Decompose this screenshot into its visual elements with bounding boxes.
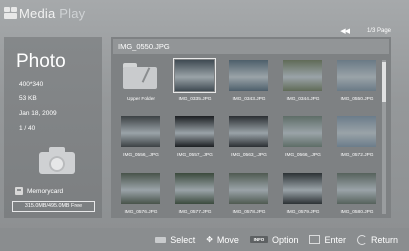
file-date: Jan 18, 2009 [19, 110, 57, 117]
enter-label: Enter [324, 234, 346, 245]
media-play-logo: Media Play [4, 3, 85, 23]
thumbnail-caption: IMG_0344.JPG [286, 97, 320, 102]
thumbnail-image [337, 173, 376, 204]
camera-icon [39, 146, 75, 174]
media-play-icon [4, 6, 18, 20]
thumbnail-image [283, 116, 322, 147]
info-panel: Photo 400*340 53 KB Jan 18, 2009 1 / 40 … [4, 37, 102, 218]
thumbnail-image [337, 116, 376, 147]
memorycard-icon [15, 187, 23, 195]
photo-thumbnail[interactable]: IMG_0550.JPG [332, 57, 382, 104]
photo-thumbnail[interactable]: IMG_0572.JPG [332, 113, 382, 160]
file-index: 1 / 40 [19, 125, 36, 132]
thumbnail-caption: IMG_0579.JPG [286, 210, 320, 215]
thumbnail-image [173, 58, 216, 93]
enter-button-icon [309, 235, 321, 244]
option-guide[interactable]: INFO Option [249, 234, 299, 245]
free-space: 315.0MB/495.0MB Free [12, 201, 95, 212]
thumbnail-caption: Upper Folder [127, 97, 155, 102]
photo-thumbnail[interactable]: IMG_0344.JPG [278, 57, 328, 104]
photo-thumbnail[interactable]: IMG_0557_.JPG [170, 113, 220, 160]
current-filename: IMG_0550.JPG [113, 39, 389, 54]
return-icon [356, 234, 367, 245]
page-indicator: ◀◀ 1/3 Page [340, 27, 391, 35]
photo-thumbnail[interactable]: IMG_0580.JPG [332, 170, 382, 217]
photo-thumbnail[interactable]: IMG_0576.JPG [116, 170, 166, 217]
photo-thumbnail[interactable]: IMG_0578.JPG [224, 170, 274, 217]
thumbnail-caption: IMG_0563_.JPG [231, 153, 267, 158]
category-title: Photo [16, 51, 66, 72]
storage-device: Memorycard [15, 187, 63, 195]
select-label: Select [170, 234, 196, 245]
thumbnail-caption: IMG_0577.JPG [178, 210, 212, 215]
return-guide[interactable]: Return [356, 234, 398, 245]
photo-thumbnail[interactable]: IMG_0566_.JPG [278, 113, 328, 160]
info-button-icon: INFO [249, 236, 268, 243]
thumbnail-caption: IMG_0580.JPG [340, 210, 374, 215]
photo-thumbnail[interactable]: IMG_0343.JPG [224, 57, 274, 104]
move-guide[interactable]: ✥ Move [206, 235, 239, 245]
thumbnail-image [229, 173, 268, 204]
thumbnail-caption: IMG_0578.JPG [232, 210, 266, 215]
thumbnail-image [175, 173, 214, 204]
thumbnail-image [121, 116, 160, 147]
file-size: 53 KB [19, 95, 37, 102]
thumbnail-image [229, 60, 268, 91]
thumbnail-image [121, 173, 160, 204]
thumbnail-caption: IMG_0556_.JPG [123, 153, 159, 158]
scrollbar-thumb[interactable] [382, 62, 386, 102]
photo-thumbnail[interactable]: IMG_0335.JPG [170, 57, 220, 104]
thumbnail-caption: IMG_0557_.JPG [177, 153, 213, 158]
thumbnail-caption: IMG_0550.JPG [340, 97, 374, 102]
thumbnail-caption: IMG_0343.JPG [232, 97, 266, 102]
upper-folder-tile[interactable]: Upper Folder [116, 57, 166, 104]
scrollbar[interactable] [382, 60, 386, 214]
option-label: Option [271, 234, 299, 245]
folder-icon [123, 63, 157, 89]
browser-panel: IMG_0550.JPG Upper Folder IMG_0335.JPG IMG… [111, 37, 391, 218]
photo-thumbnail[interactable]: IMG_0563_.JPG [224, 113, 274, 160]
move-label: Move [216, 234, 239, 245]
thumbnail-caption: IMG_0566_.JPG [285, 153, 321, 158]
page-number: 1/3 Page [366, 28, 391, 34]
move-arrows-icon: ✥ [206, 234, 213, 244]
thumbnail-image [283, 60, 322, 91]
button-guide: Select ✥ Move INFO Option Enter Return [0, 228, 409, 251]
page-prev-icon[interactable]: ◀◀ [340, 27, 350, 35]
media-play-screen: Media Play ◀◀ 1/3 Page Photo 400*340 53 … [0, 0, 409, 251]
thumbnail-caption: IMG_0576.JPG [124, 210, 158, 215]
thumbnail-image [229, 116, 268, 147]
return-label: Return [370, 234, 398, 245]
photo-thumbnail[interactable]: IMG_0577.JPG [170, 170, 220, 217]
select-button-icon [155, 236, 167, 243]
image-resolution: 400*340 [19, 81, 44, 88]
photo-thumbnail[interactable]: IMG_0556_.JPG [116, 113, 166, 160]
thumbnail-image [337, 60, 376, 91]
thumbnail-image [175, 116, 214, 147]
storage-device-label: Memorycard [27, 187, 64, 195]
thumbnail-image [283, 173, 322, 204]
app-title: Media Play [19, 5, 86, 21]
thumbnail-caption: IMG_0335.JPG [178, 97, 212, 102]
select-guide[interactable]: Select [155, 235, 195, 245]
enter-guide[interactable]: Enter [309, 235, 346, 245]
photo-thumbnail[interactable]: IMG_0579.JPG [278, 170, 328, 217]
thumbnail-caption: IMG_0572.JPG [340, 153, 374, 158]
